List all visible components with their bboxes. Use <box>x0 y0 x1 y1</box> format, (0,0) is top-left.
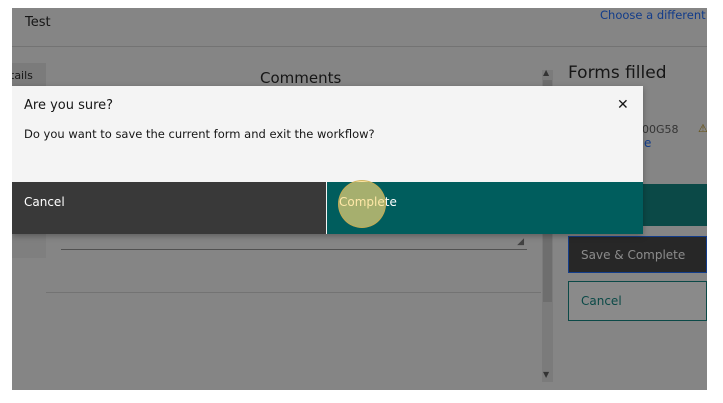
dialog-cancel-button[interactable]: Cancel <box>12 182 326 234</box>
app-window: Test Choose a different g tails Comments… <box>12 8 707 390</box>
dialog-title: Are you sure? <box>24 98 114 113</box>
confirm-dialog: Are you sure? ✕ Do you want to save the … <box>12 86 643 234</box>
click-indicator <box>338 180 386 228</box>
dialog-message: Do you want to save the current form and… <box>24 127 375 141</box>
close-icon[interactable]: ✕ <box>617 97 629 113</box>
